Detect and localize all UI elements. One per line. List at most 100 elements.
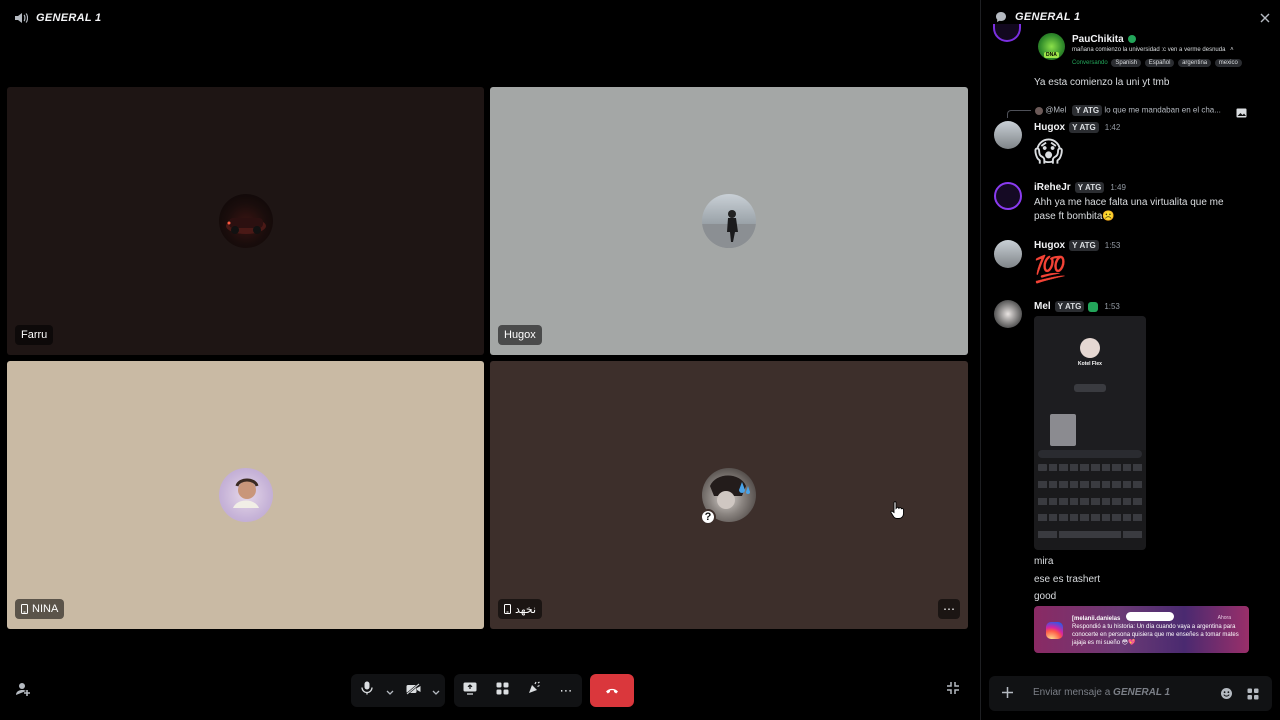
call-channel-title: GENERAL 1 [36,12,102,24]
apps-icon [1247,687,1259,704]
chevron-up-icon[interactable]: ˄ [1230,47,1234,53]
voice-call-area: GENERAL 1 Farru Hugox NINA ? نخهد ⋯ ⋯ [0,0,975,720]
soundboard-button[interactable] [518,674,550,707]
participant-name-tag: NINA [15,599,65,619]
profile-username[interactable]: PauChikita [1072,34,1137,45]
participant-name: NINA [32,603,59,615]
author-name: iReheJr [1034,182,1071,194]
screen-share-button[interactable] [454,674,486,707]
author-name: Hugox [1034,122,1066,134]
message-author[interactable]: Hugox Y ATG 1:53 [1034,240,1120,251]
video-tile-nina[interactable]: NINA [7,361,484,629]
profile-status-row: Conversando Spanish Español argentina me… [1072,59,1242,67]
message-input-box[interactable]: Enviar mensaje a GENERAL 1 [989,676,1272,711]
camera-options-chevron[interactable] [429,674,443,707]
story-thumbnail [1050,414,1076,446]
avatar[interactable] [994,300,1022,328]
guild-tag: Y ATG [1054,301,1085,312]
participant-name: Farru [21,329,48,341]
camera-off-icon [405,682,421,700]
profile-avatar [1080,338,1100,358]
chat-header: GENERAL 1 [981,0,1280,34]
placeholder-prefix: Enviar mensaje a [1033,687,1114,698]
profile-bio: mañana comienzo la universidad :c ven a … [1072,47,1234,53]
chevron-down-icon [386,682,394,700]
message-text: mira [1034,556,1054,567]
participant-name-tag: Hugox [498,325,542,345]
profile-screen: Kotel Flex [1034,316,1146,450]
participant-name-tag: Farru [15,325,54,345]
ellipsis-icon: ⋯ [943,602,955,616]
guild-tag: Y ATG [1069,240,1099,251]
image-attachment[interactable]: Kotel Flex [1034,316,1146,550]
message-emoji: 😱 [1034,136,1064,167]
tag-text: ATG [1079,241,1096,250]
video-tile-participant[interactable]: ? نخهد ⋯ [490,361,968,629]
notification-time: Ahora [1217,615,1231,621]
avatar[interactable] [994,121,1022,149]
emoji-button[interactable] [1220,687,1233,705]
plus-icon [1001,686,1014,703]
microphone-icon [361,681,373,700]
activities-button[interactable] [486,674,518,707]
person-add-icon [15,681,31,702]
author-name: Hugox [1034,240,1066,252]
redaction-mark [1126,612,1174,621]
mobile-icon [21,604,28,614]
discord-app: GENERAL 1 Farru Hugox NINA ? نخهد ⋯ ⋯ GE… [0,0,1280,720]
author-name: Mel [1034,301,1051,313]
avatar [218,468,273,522]
profile-button [1074,384,1106,392]
tag-text: ATG [1085,183,1102,192]
guild-tag: Y ATG [1069,122,1099,133]
camera-button[interactable] [397,674,429,707]
timestamp: 1:53 [1104,241,1121,250]
video-tile-farru[interactable]: Farru [7,87,484,355]
reply-username: @Mel [1045,105,1067,115]
reply-preview[interactable]: @Mel Y ATG lo que me mandaban en el cha.… [1035,105,1221,116]
chat-channel-title: GENERAL 1 [1015,11,1081,23]
audio-video-controls [351,674,445,707]
tile-more-options-button[interactable]: ⋯ [938,599,960,619]
mouse-cursor-icon [890,501,904,524]
exit-fullscreen-button[interactable] [943,680,963,700]
microphone-options-chevron[interactable] [383,674,397,707]
profile-pill: Spanish [1111,59,1142,67]
avatar[interactable] [994,182,1022,210]
unknown-status-icon: ? [700,509,716,525]
close-chat-button[interactable] [1260,10,1270,28]
video-tile-hugox[interactable]: Hugox [490,87,968,355]
avatar [702,194,756,248]
hang-up-icon [605,682,619,700]
message-input-placeholder[interactable]: Enviar mensaje a GENERAL 1 [1033,687,1170,698]
mobile-icon [504,604,511,614]
message-text-line: pase ft bombita☹️ [1034,210,1115,224]
reply-tag-text: ATG [1082,106,1100,115]
disconnect-button[interactable] [590,674,634,707]
activity-controls: ⋯ [454,674,582,707]
avatar: DNA [1038,33,1065,60]
activities-icon [496,682,509,700]
message-author[interactable]: Hugox Y ATG 1:42 [1034,122,1120,133]
profile-status: Conversando [1072,60,1108,66]
message-author[interactable]: iReheJr Y ATG 1:49 [1034,182,1126,193]
profile-name: PauChikita [1072,34,1124,45]
timestamp: 1:42 [1104,123,1121,132]
avatar[interactable] [994,240,1022,268]
microphone-button[interactable] [351,674,383,707]
invite-to-call-button[interactable] [13,681,33,701]
more-options-button[interactable]: ⋯ [550,674,582,707]
message-text: good [1034,591,1057,602]
message-emoji: 💯 [1034,254,1067,284]
image-attachment[interactable]: [melanii.danielas Respondió a tu histori… [1034,606,1249,653]
profile-pill: argentina [1178,59,1212,67]
message-author[interactable]: Mel Y ATG 1:53 [1034,301,1120,312]
profile-pill: mexico [1214,59,1242,67]
add-attachment-button[interactable] [1001,686,1014,704]
tag-text: ATG [1065,302,1082,311]
timestamp: 1:49 [1110,183,1126,192]
soundboard-icon [527,681,541,700]
reply-text: lo que me mandaban en el cha... [1104,105,1221,115]
participant-name: Hugox [504,329,536,341]
apps-button[interactable] [1247,687,1259,705]
